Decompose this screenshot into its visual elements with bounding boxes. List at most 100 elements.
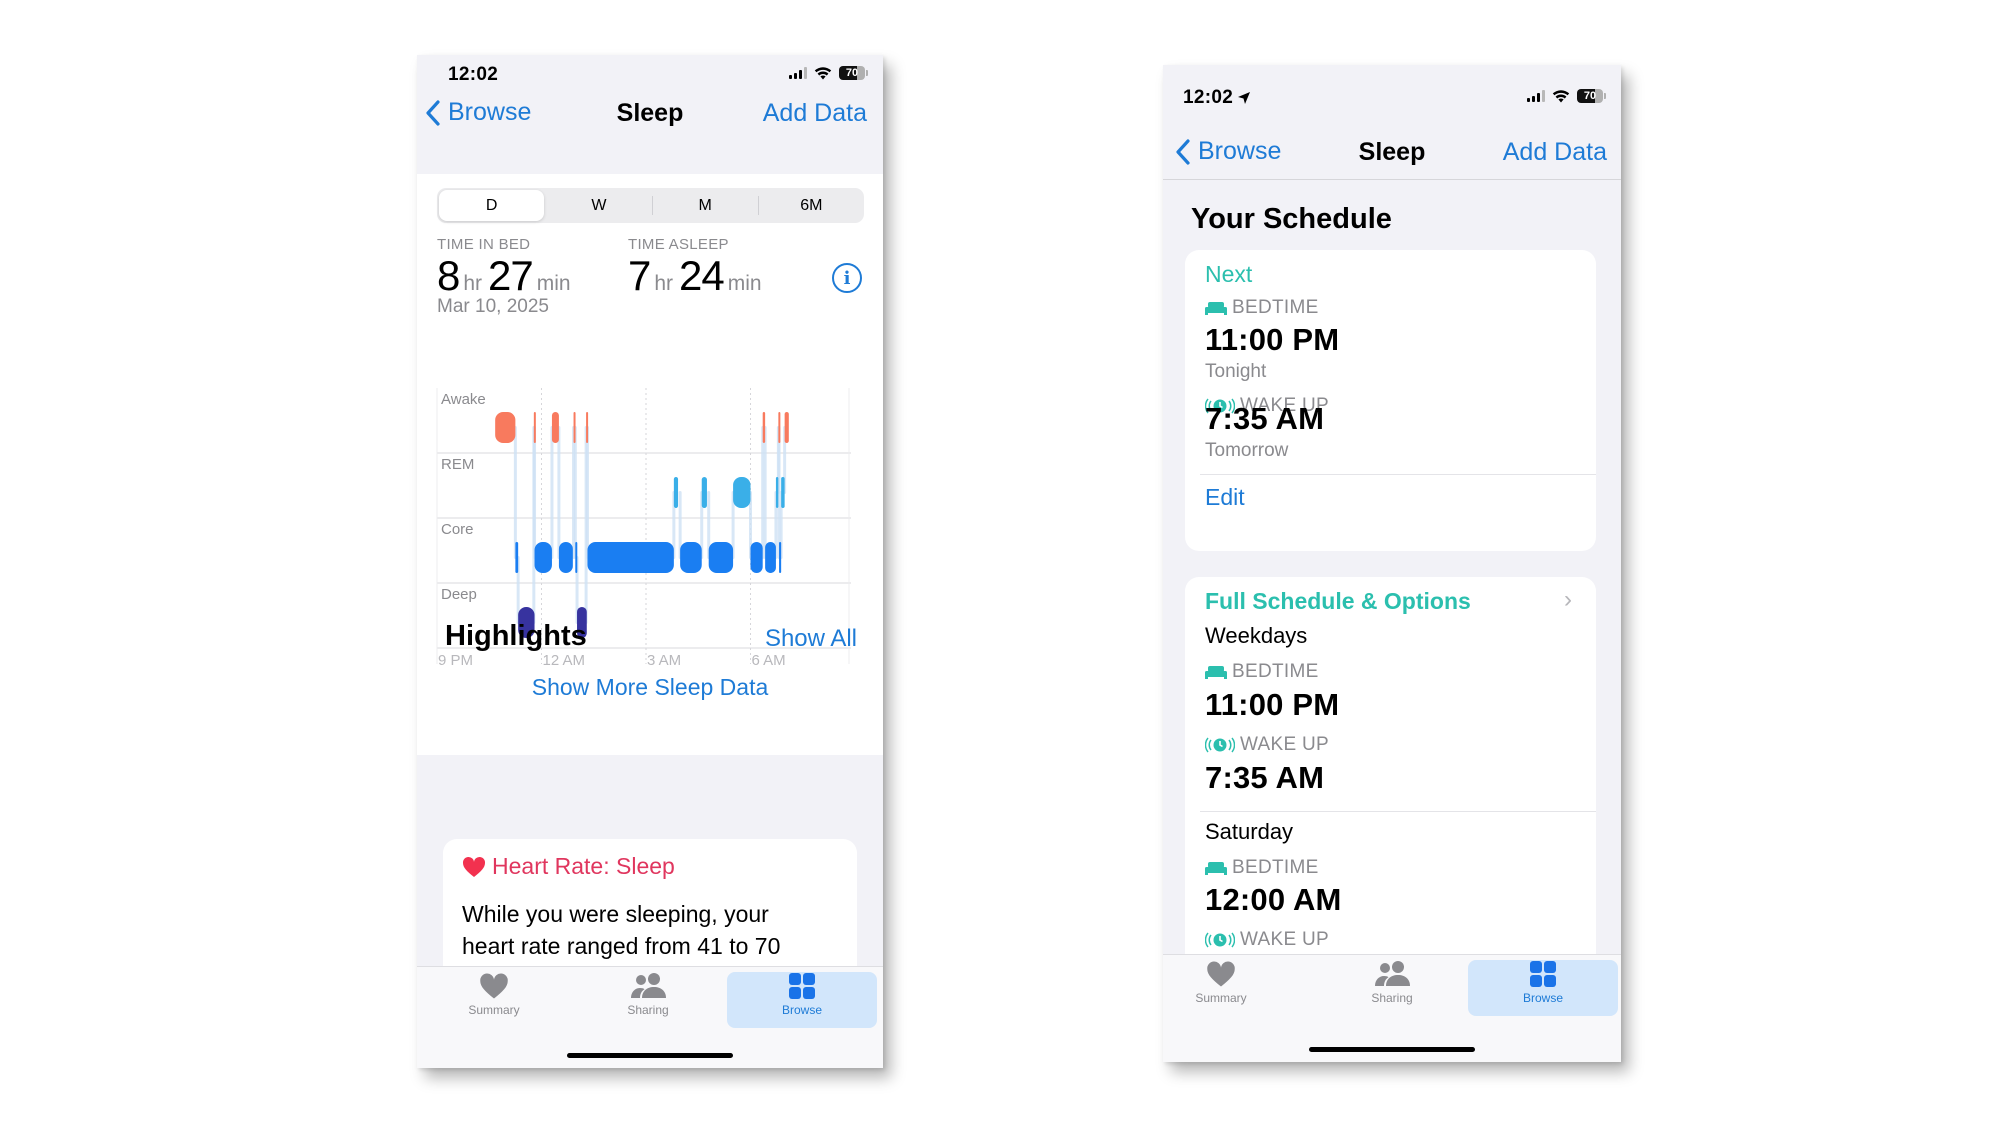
- sleep-segment-core: [779, 542, 782, 573]
- home-indicator: [1309, 1047, 1475, 1052]
- tab-sharing[interactable]: Sharing: [1317, 960, 1467, 1016]
- tab-summary[interactable]: Summary: [419, 972, 569, 1028]
- hr-unit: hr: [654, 272, 674, 295]
- stage-label-deep: Deep: [441, 586, 477, 603]
- card-divider: [1200, 474, 1596, 475]
- tab-label: Sharing: [627, 1003, 669, 1017]
- tab-summary[interactable]: Summary: [1163, 960, 1296, 1016]
- full-schedule-options-link[interactable]: Full Schedule & Options: [1205, 588, 1471, 615]
- next-header: Next: [1205, 261, 1253, 287]
- wakeup-label-row: WAKE UP: [1205, 929, 1329, 951]
- add-data-button[interactable]: Add Data: [763, 99, 867, 128]
- sleep-segment-core: [515, 542, 519, 573]
- sleep-segment-awake: [573, 412, 576, 443]
- alarm-icon: [1205, 737, 1235, 753]
- tab-browse[interactable]: Browse: [1468, 960, 1618, 1016]
- wifi-icon: [1552, 90, 1570, 103]
- sleep-segment-awake: [533, 412, 536, 443]
- next-schedule-card: Next BEDTIME 11:00 PM Tonight WAKE UP 7:…: [1185, 250, 1596, 551]
- sleep-segment-awake: [784, 412, 789, 443]
- time-asleep-hours: 7: [628, 252, 651, 299]
- wakeup-subtitle: Tomorrow: [1205, 440, 1289, 461]
- tab-browse[interactable]: Browse: [727, 972, 877, 1028]
- time-in-bed-hours: 8: [437, 252, 460, 299]
- hr-unit: hr: [463, 272, 483, 295]
- highlight-card-body: While you were sleeping, your heart rate…: [462, 898, 780, 962]
- wifi-icon: [814, 67, 832, 80]
- time-asleep-value: 7 hr 24 min: [628, 252, 768, 300]
- highlights-title: Highlights: [445, 620, 587, 652]
- status-icons: 70: [789, 66, 868, 80]
- show-all-link[interactable]: Show All: [765, 625, 857, 653]
- tab-bar: Summary Sharing Browse: [417, 966, 883, 1068]
- sleep-segment-core: [558, 542, 573, 573]
- segment-day[interactable]: D: [439, 190, 545, 221]
- highlight-card-title: Heart Rate: Sleep: [462, 853, 675, 880]
- highlight-body-line: heart rate ranged from 41 to 70: [462, 933, 781, 959]
- weekday-wakeup-value: 7:35 AM: [1205, 760, 1325, 795]
- bedtime-label-row: BEDTIME: [1205, 661, 1319, 683]
- alarm-icon: [1205, 932, 1235, 948]
- x-tick-label: 3 AM: [647, 652, 681, 669]
- heart-icon: [462, 856, 486, 877]
- highlight-body-line: While you were sleeping, your: [462, 901, 769, 927]
- tab-label: Browse: [1522, 991, 1563, 1005]
- edit-schedule-button[interactable]: Edit: [1205, 484, 1245, 511]
- tab-sharing[interactable]: Sharing: [573, 972, 723, 1028]
- bedtime-label: BEDTIME: [1232, 297, 1319, 318]
- segment-6-months[interactable]: 6M: [759, 188, 864, 223]
- add-data-button[interactable]: Add Data: [1503, 138, 1607, 167]
- saturday-bedtime-value: 12:00 AM: [1205, 882, 1342, 917]
- battery-indicator: 70: [839, 66, 868, 80]
- sleep-segment-awake: [495, 412, 516, 443]
- stage-label-core: Core: [441, 521, 474, 538]
- sleep-segment-rem: [781, 477, 785, 508]
- bed-icon: [1205, 666, 1227, 679]
- heart-icon: [480, 973, 508, 999]
- people-icon: [1375, 961, 1410, 986]
- segment-month[interactable]: M: [653, 188, 758, 223]
- people-icon: [631, 973, 666, 998]
- bedtime-value: 11:00 PM: [1205, 322, 1340, 357]
- status-time-row: 12:02: [1183, 87, 1251, 109]
- sleep-date: Mar 10, 2025: [437, 296, 549, 317]
- info-icon[interactable]: i: [832, 263, 862, 293]
- x-tick-label: 6 AM: [752, 652, 786, 669]
- signal-icon: [789, 67, 807, 79]
- bed-icon: [1205, 302, 1227, 315]
- signal-icon: [1527, 90, 1545, 102]
- tab-label: Browse: [781, 1003, 822, 1017]
- stage-label-rem: REM: [441, 456, 474, 473]
- wakeup-label: WAKE UP: [1240, 929, 1330, 950]
- sleep-segment-awake: [762, 412, 766, 443]
- bedtime-label: BEDTIME: [1232, 661, 1319, 682]
- sleep-segment-rem: [775, 477, 779, 508]
- sleep-segment-core: [534, 542, 552, 573]
- tab-label: Summary: [1195, 991, 1247, 1005]
- segment-week[interactable]: W: [546, 188, 651, 223]
- tab-bar: Summary Sharing Browse: [1163, 954, 1621, 1062]
- status-time: 12:02: [448, 64, 499, 85]
- chevron-right-icon[interactable]: ›: [1564, 586, 1572, 614]
- status-time: 12:02: [1183, 87, 1234, 108]
- battery-indicator: 70: [1577, 89, 1606, 103]
- heart-icon: [1207, 961, 1235, 987]
- bedtime-label: BEDTIME: [1232, 857, 1319, 878]
- wakeup-label: WAKE UP: [1240, 734, 1330, 755]
- sleep-segment-core: [680, 542, 702, 573]
- grid-icon: [789, 973, 815, 999]
- min-unit: min: [536, 272, 571, 295]
- show-more-sleep-data-link[interactable]: Show More Sleep Data: [417, 674, 883, 701]
- sleep-segment-awake: [778, 412, 781, 443]
- nav-separator: [1163, 179, 1621, 180]
- time-in-bed-value: 8 hr 27 min: [437, 252, 577, 300]
- your-schedule-title: Your Schedule: [1191, 203, 1392, 235]
- weekday-bedtime-value: 11:00 PM: [1205, 687, 1340, 722]
- weekdays-heading: Weekdays: [1205, 623, 1308, 648]
- sleep-segment-core: [587, 542, 674, 573]
- min-unit: min: [727, 272, 762, 295]
- tab-label: Summary: [468, 1003, 520, 1017]
- bed-icon: [1205, 862, 1227, 875]
- sleep-schedule-screen: 12:02 70 Browse Sleep Add Data Your Sche…: [1163, 65, 1621, 1062]
- time-in-bed-label: TIME IN BED: [437, 236, 531, 253]
